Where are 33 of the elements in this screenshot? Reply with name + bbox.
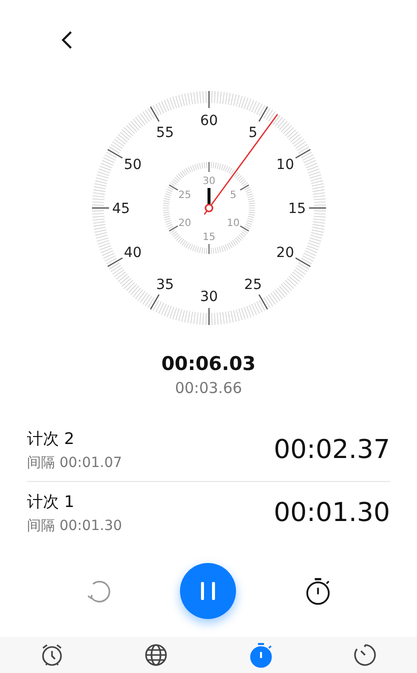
dial-number: 15 [288, 201, 306, 217]
dial-number: 25 [244, 277, 262, 294]
timer-icon [352, 642, 378, 668]
stopwatch-icon [304, 576, 332, 604]
dial-number: 5 [248, 124, 257, 141]
dial-number: 10 [276, 157, 294, 173]
dial-number: 20 [178, 218, 191, 229]
lap-name: 计次 2 [27, 428, 76, 450]
back-icon[interactable] [60, 30, 74, 50]
total-time: 00:06.03 [161, 353, 256, 375]
stopwatch-icon [248, 642, 274, 668]
dial-number: 15 [202, 232, 215, 243]
dial-number: 5 [230, 190, 236, 201]
dial-number: 60 [200, 113, 218, 129]
lap-name: 计次 1 [27, 492, 76, 512]
pause-button[interactable] [180, 562, 236, 618]
lap-time: 00:01.30 [274, 498, 390, 528]
dial-number: 50 [123, 157, 142, 173]
dial-number: 55 [156, 124, 174, 141]
dial-number: 45 [112, 201, 130, 217]
dial-number: 20 [276, 245, 294, 261]
current-lap-time: 00:03.66 [174, 379, 242, 397]
dial-number: 40 [123, 245, 142, 261]
lap-time: 00:02.37 [274, 435, 390, 465]
dial-number: 10 [226, 218, 240, 229]
lap-interval: 间隔 00:01.30 [27, 516, 122, 534]
hand-pivot [204, 204, 213, 212]
dial-number: 30 [202, 176, 215, 187]
globe-icon [143, 642, 170, 668]
dial-number: 30 [200, 289, 218, 305]
dial-number: 25 [178, 190, 191, 201]
lap-interval: 间隔 00:01.07 [27, 454, 122, 472]
dial-number: 35 [156, 277, 174, 294]
